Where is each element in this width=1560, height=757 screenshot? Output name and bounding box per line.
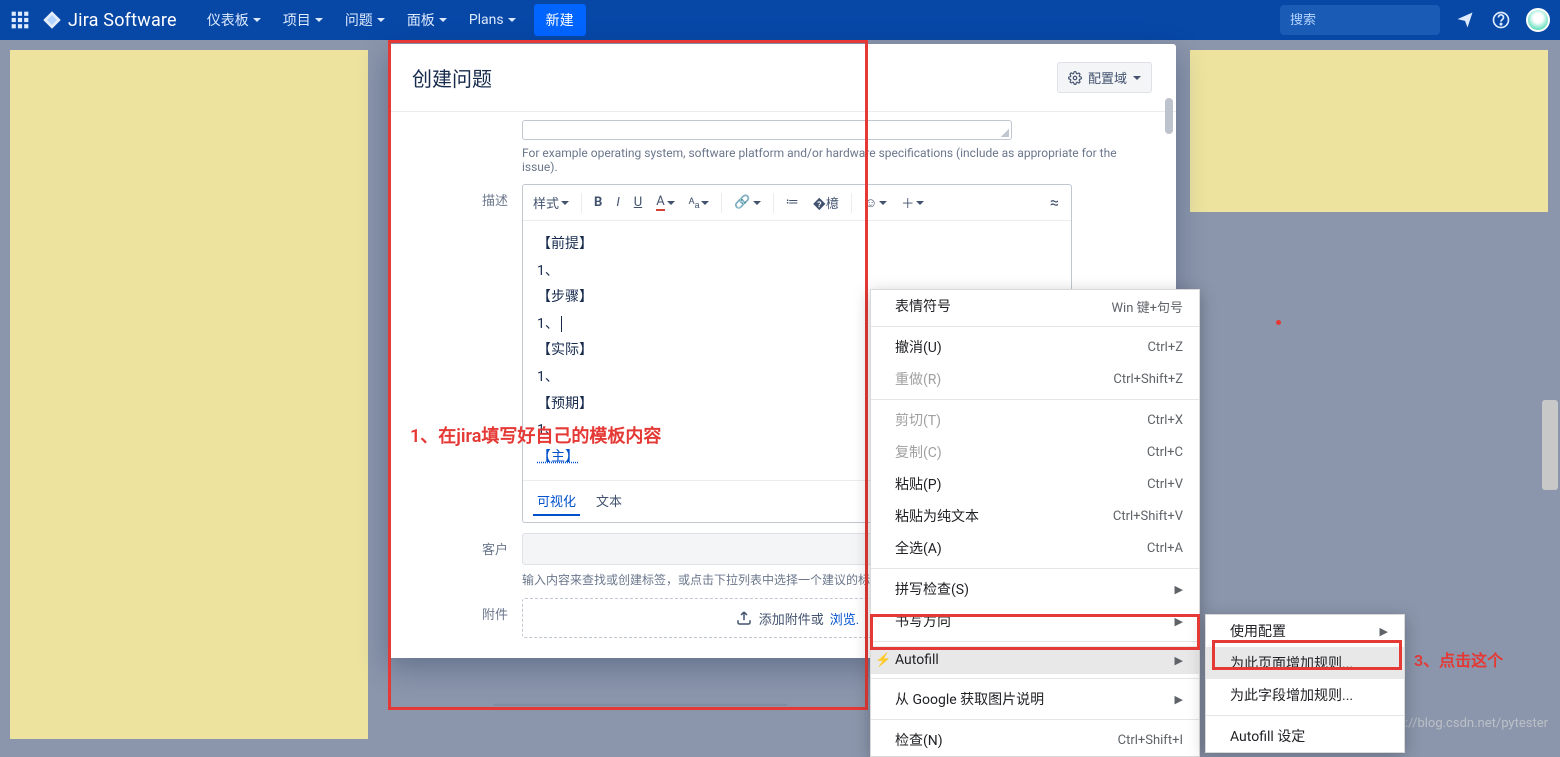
annotation-dot — [1276, 320, 1281, 325]
ctx-item[interactable]: 为此字段增加规则... — [1206, 679, 1404, 711]
ctx-item[interactable]: 为此页面增加规则... — [1206, 647, 1404, 679]
environment-field[interactable] — [522, 120, 1012, 140]
context-menu-autofill[interactable]: 使用配置▶为此页面增加规则...为此字段增加规则... Autofill 设定 — [1205, 614, 1405, 753]
nav-boards[interactable]: 面板 — [397, 4, 457, 36]
tb-style[interactable]: 样式 — [527, 189, 575, 216]
ctx-item: 剪切(T)Ctrl+X — [871, 404, 1199, 436]
user-avatar[interactable] — [1526, 8, 1550, 32]
ctx-item: 重做(R)Ctrl+Shift+Z — [871, 363, 1199, 395]
ctx-item[interactable]: ⚡Autofill▶ — [871, 646, 1199, 674]
tb-ol[interactable]: �檍 — [807, 189, 845, 216]
footer-text: ━━━━━━━━━━━━━━━━━━━━━━━━━━━━━━━━━━━━━━━ — [494, 698, 787, 712]
ctx-item[interactable]: 检查(N)Ctrl+Shift+I — [871, 724, 1199, 756]
tb-insert[interactable]: ＋ — [895, 189, 930, 216]
tb-emoji[interactable]: ☺ — [858, 191, 893, 215]
annotation-text-1: 1、在jira填写好自己的模板内容 — [410, 422, 661, 448]
nav-issues[interactable]: 问题 — [335, 4, 395, 36]
label-customer: 客户 — [412, 533, 522, 558]
ctx-item[interactable]: 全选(A)Ctrl+A — [871, 532, 1199, 564]
ctx-item[interactable]: 拼写检查(S)▶ — [871, 573, 1199, 605]
bg-panel-left — [10, 50, 368, 739]
annotation-text-3: 3、点击这个 — [1414, 647, 1503, 671]
ctx-item[interactable]: 粘贴为纯文本Ctrl+Shift+V — [871, 500, 1199, 532]
create-button[interactable]: 新建 — [534, 4, 586, 36]
ctx-item: 复制(C)Ctrl+C — [871, 436, 1199, 468]
upload-icon — [735, 609, 753, 627]
page-scrollbar[interactable] — [1542, 400, 1558, 490]
environment-help: For example operating system, software p… — [522, 146, 1152, 174]
tb-underline[interactable]: U — [628, 191, 648, 214]
search-input[interactable] — [1290, 13, 1456, 28]
nav-items: 仪表板 项目 问题 面板 Plans — [197, 4, 526, 36]
tab-text[interactable]: 文本 — [592, 487, 626, 516]
ctx-item[interactable]: 表情符号Win 键+句号 — [871, 290, 1199, 322]
top-nav: Jira Software 仪表板 项目 问题 面板 Plans 新建 — [0, 0, 1560, 40]
modal-scrollbar[interactable] — [1165, 98, 1173, 134]
tb-ul[interactable]: ≔ — [780, 191, 805, 214]
tb-bold[interactable]: B — [588, 191, 608, 214]
nav-dashboards[interactable]: 仪表板 — [197, 4, 271, 36]
ctx-item[interactable]: 撤消(U)Ctrl+Z — [871, 331, 1199, 363]
ctx-item[interactable]: Autofill 设定 — [1206, 720, 1404, 752]
nav-plans[interactable]: Plans — [459, 4, 526, 36]
tb-more-format[interactable]: ᴬₐ — [683, 191, 716, 215]
ctx-item[interactable]: 从 Google 获取图片说明▶ — [871, 683, 1199, 715]
bg-panel-right — [1190, 50, 1548, 212]
app-switcher-icon[interactable] — [10, 10, 30, 30]
tb-link[interactable]: 🔗 — [728, 191, 766, 214]
editor-toolbar: 样式 B I U A ᴬₐ 🔗 ≔ �檍 ☺ ＋ — [523, 185, 1071, 221]
configure-fields-button[interactable]: 配置域 — [1057, 62, 1152, 93]
tb-italic[interactable]: I — [610, 191, 625, 214]
modal-title: 创建问题 — [412, 63, 492, 92]
nav-projects[interactable]: 项目 — [273, 4, 333, 36]
logo-text: Jira Software — [68, 10, 177, 31]
context-menu-main[interactable]: 表情符号Win 键+句号撤消(U)Ctrl+Z重做(R)Ctrl+Shift+Z… — [870, 289, 1200, 757]
help-icon[interactable] — [1490, 9, 1512, 31]
ctx-item[interactable]: 使用配置▶ — [1206, 615, 1404, 647]
gear-icon — [1068, 71, 1082, 85]
jira-logo[interactable]: Jira Software — [42, 10, 177, 31]
label-attachment: 附件 — [412, 598, 522, 623]
tb-color[interactable]: A — [650, 190, 680, 215]
browse-link[interactable]: 浏览. — [830, 609, 859, 628]
ctx-item[interactable]: 书写方向▶ — [871, 605, 1199, 637]
ctx-item[interactable]: 粘贴(P)Ctrl+V — [871, 468, 1199, 500]
tab-visual[interactable]: 可视化 — [533, 487, 580, 516]
tb-collapse-icon[interactable]: ≈ — [1042, 189, 1067, 216]
notification-icon[interactable] — [1454, 9, 1476, 31]
label-description: 描述 — [412, 184, 522, 209]
search-box[interactable] — [1280, 5, 1440, 35]
